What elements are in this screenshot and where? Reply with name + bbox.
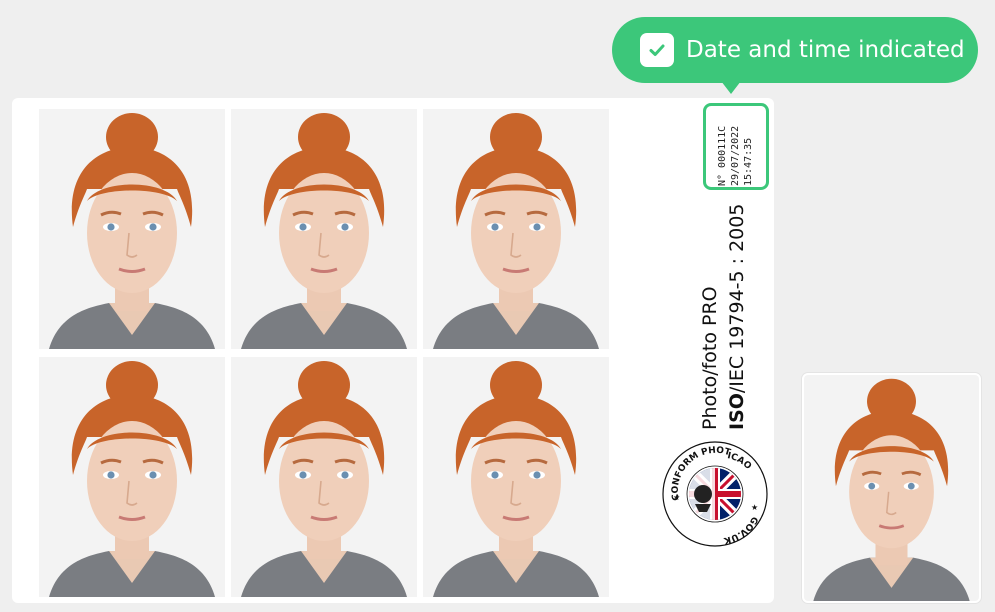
product-label: Photo/foto PRO xyxy=(699,286,721,430)
conform-photos-seal-icon: CONFORM PHOTOS ICAO GOV.UK ★ ★ xyxy=(661,438,768,547)
seal-star-left: ★ xyxy=(673,493,680,502)
iso-bold: ISO xyxy=(726,393,748,430)
portrait-photo-2 xyxy=(231,109,417,349)
portrait-photo-6 xyxy=(423,357,609,597)
portrait-photo-1 xyxy=(39,109,225,349)
tooltip-text: Date and time indicated xyxy=(686,37,965,63)
iso-label: ISO/IEC 19794-5 : 2005 xyxy=(726,204,748,430)
date-time-tooltip: Date and time indicated xyxy=(612,17,978,83)
check-icon xyxy=(640,33,674,67)
stage: Date and time indicated N° 000111C 29/07… xyxy=(0,0,995,612)
date-time-stamp: N° 000111C 29/07/2022 15:47:35 xyxy=(703,103,769,190)
stamp-date: 29/07/2022 xyxy=(730,125,741,186)
single-photo xyxy=(802,373,981,603)
portrait-photo-4 xyxy=(39,357,225,597)
portrait-photo-3 xyxy=(423,109,609,349)
iso-rest: /IEC 19794-5 : 2005 xyxy=(726,203,748,394)
tooltip-arrow xyxy=(721,81,741,94)
stamp-number: N° 000111C xyxy=(717,125,728,186)
portrait-photo-5 xyxy=(231,357,417,597)
seal-star-right: ★ xyxy=(751,503,758,512)
stamp-time: 15:47:35 xyxy=(743,137,754,186)
